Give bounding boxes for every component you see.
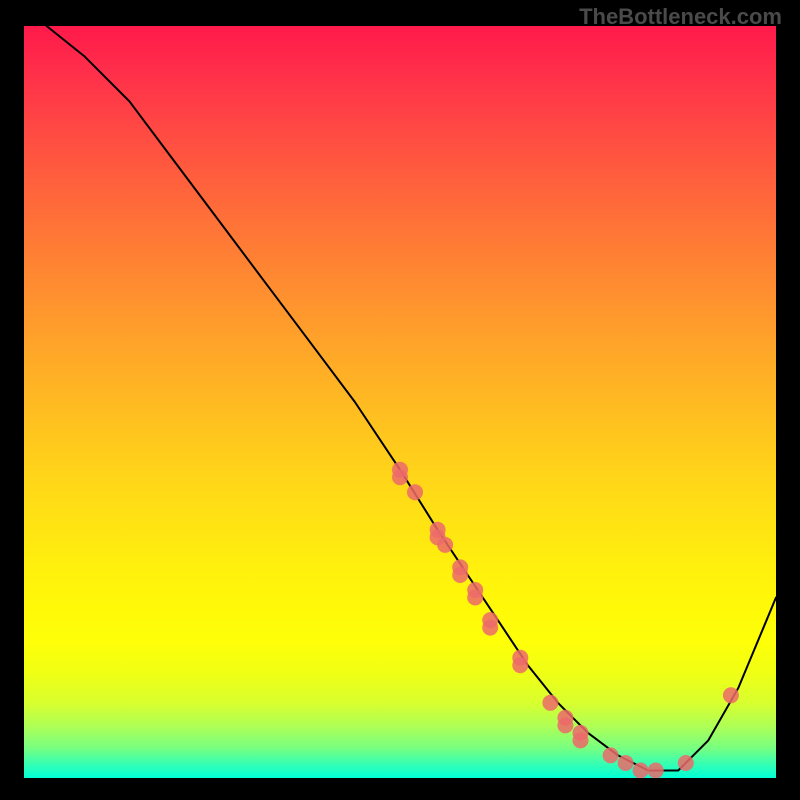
data-point xyxy=(648,763,664,779)
data-point xyxy=(437,537,453,553)
data-point xyxy=(603,747,619,763)
data-point xyxy=(633,763,649,779)
data-point xyxy=(557,717,573,733)
data-point xyxy=(452,567,468,583)
data-point xyxy=(573,732,589,748)
chart-container: TheBottleneck.com xyxy=(0,0,800,800)
bottleneck-curve xyxy=(47,26,776,771)
data-point xyxy=(467,590,483,606)
data-point xyxy=(392,469,408,485)
scatter-points xyxy=(392,462,739,778)
data-point xyxy=(723,687,739,703)
data-point xyxy=(512,657,528,673)
data-point xyxy=(542,695,558,711)
data-point xyxy=(678,755,694,771)
data-point xyxy=(407,484,423,500)
curve-svg xyxy=(24,26,776,778)
data-point xyxy=(618,755,634,771)
data-point xyxy=(482,620,498,636)
watermark-text: TheBottleneck.com xyxy=(579,4,782,30)
plot-area xyxy=(24,26,776,778)
